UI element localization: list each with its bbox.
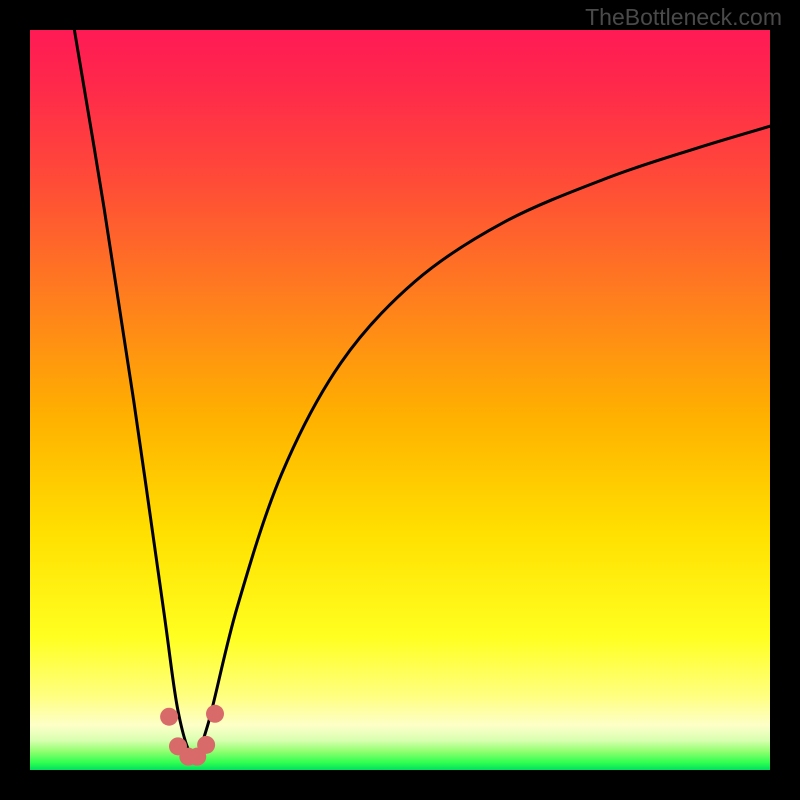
valley-marker: [206, 705, 224, 723]
valley-marker: [160, 708, 178, 726]
valley-marker-group: [160, 705, 224, 766]
bottleneck-curve: [74, 30, 770, 756]
valley-marker: [197, 736, 215, 754]
bottleneck-plot: [30, 30, 770, 770]
watermark-text: TheBottleneck.com: [585, 4, 782, 31]
chart-frame: [30, 30, 770, 770]
